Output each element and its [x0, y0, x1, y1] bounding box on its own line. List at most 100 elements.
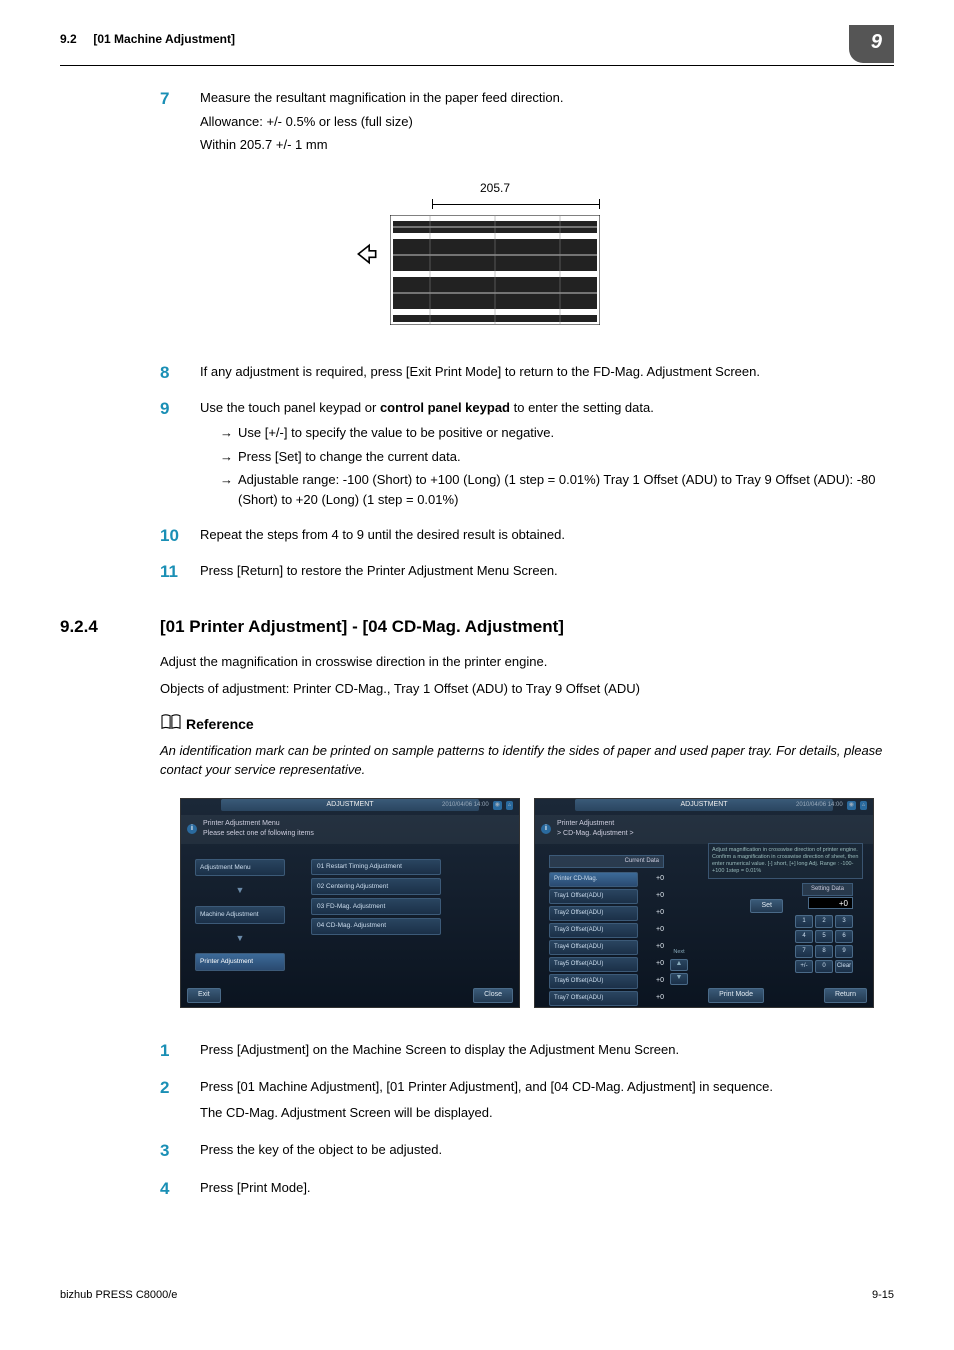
step-text: Press [Return] to restore the Printer Ad…: [200, 561, 894, 581]
return-button[interactable]: Return: [824, 988, 867, 1003]
scroll-down-button[interactable]: ▼: [670, 973, 688, 985]
memory-icon: ◉: [493, 801, 502, 810]
info-text: Adjust magnification in crosswise direct…: [708, 843, 863, 880]
row-tray1-offset[interactable]: Tray1 Offset(ADU): [549, 889, 638, 904]
screen-header: i Printer Adjustment Menu Please select …: [181, 815, 519, 844]
step-body: Measure the resultant magnification in t…: [200, 86, 894, 159]
row-tray3-offset[interactable]: Tray3 Offset(ADU): [549, 923, 638, 938]
page-footer: bizhub PRESS C8000/e 9-15: [60, 1281, 894, 1304]
key-9[interactable]: 9: [835, 945, 853, 958]
menu-fd-mag[interactable]: 03 FD-Mag. Adjustment: [311, 898, 441, 915]
memory-icon: ◉: [847, 801, 856, 810]
section-924-heading: 9.2.4 [01 Printer Adjustment] - [04 CD-M…: [60, 614, 894, 640]
row-tray5-offset[interactable]: Tray5 Offset(ADU): [549, 957, 638, 972]
key-clear[interactable]: Clear: [835, 960, 853, 973]
key-3[interactable]: 3: [835, 915, 853, 928]
step-2: 2 Press [01 Machine Adjustment], [01 Pri…: [160, 1075, 894, 1126]
key-1[interactable]: 1: [795, 915, 813, 928]
nav-machine-adjustment[interactable]: Machine Adjustment: [195, 906, 285, 924]
step-4: 4 Press [Print Mode].: [160, 1176, 894, 1202]
key-6[interactable]: 6: [835, 930, 853, 943]
menu-centering[interactable]: 02 Centering Adjustment: [311, 878, 441, 895]
chevron-down-icon: ▼: [236, 932, 245, 946]
step-number: 9: [160, 396, 200, 514]
step-text: Repeat the steps from 4 to 9 until the d…: [200, 525, 894, 545]
step-11: 11 Press [Return] to restore the Printer…: [160, 559, 894, 585]
step-number: 8: [160, 360, 200, 386]
row-printer-cd-mag[interactable]: Printer CD-Mag.: [549, 872, 638, 887]
step-text: Use the touch panel keypad or control pa…: [200, 398, 894, 418]
step-number: 7: [160, 86, 200, 159]
section-title: [01 Printer Adjustment] - [04 CD-Mag. Ad…: [160, 614, 564, 640]
breadcrumb-nav: Adjustment Menu ▼ Machine Adjustment ▼ P…: [195, 859, 285, 971]
menu-list: 01 Restart Timing Adjustment 02 Centerin…: [311, 859, 441, 935]
close-button[interactable]: Close: [473, 988, 513, 1003]
step-text: If any adjustment is required, press [Ex…: [200, 362, 894, 382]
signal-icon: ▵: [506, 801, 513, 810]
list-scroll: Next ▲ ▼: [670, 948, 688, 984]
feed-direction-arrow-icon: [354, 241, 380, 267]
bullet-item: Use [+/-] to specify the value to be pos…: [220, 423, 894, 443]
dimension-line: [390, 199, 600, 211]
print-mode-button[interactable]: Print Mode: [708, 988, 764, 1003]
key-sign[interactable]: +/-: [795, 960, 813, 973]
row-tray2-offset[interactable]: Tray2 Offset(ADU): [549, 906, 638, 921]
step-number: 3: [160, 1138, 200, 1164]
step-text: Measure the resultant magnification in t…: [200, 88, 894, 108]
diagram-measurement-label: 205.7: [390, 179, 600, 197]
keypad: 1 2 3 4 5 6 7 8 9 +/- 0 Clear: [795, 915, 853, 973]
nav-adjustment-menu[interactable]: Adjustment Menu: [195, 859, 285, 877]
chevron-down-icon: ▼: [236, 884, 245, 898]
key-8[interactable]: 8: [815, 945, 833, 958]
info-icon: i: [187, 824, 197, 834]
reference-heading: Reference: [160, 713, 894, 737]
screen-status: 2010/04/06 14:00 ◉ ▵: [442, 801, 513, 810]
setting-data-header: Setting Data: [802, 883, 853, 896]
adjustment-list: Current Data Printer CD-Mag.+0 Tray1 Off…: [549, 855, 664, 1006]
row-tray7-offset[interactable]: Tray7 Offset(ADU): [549, 991, 638, 1006]
chapter-badge: 9: [849, 25, 894, 63]
key-2[interactable]: 2: [815, 915, 833, 928]
screenshots-row: ADJUSTMENT 2010/04/06 14:00 ◉ ▵ i Printe…: [160, 798, 894, 1008]
nav-printer-adjustment[interactable]: Printer Adjustment: [195, 953, 285, 971]
bullet-item: Press [Set] to change the current data.: [220, 447, 894, 467]
step-10: 10 Repeat the steps from 4 to 9 until th…: [160, 523, 894, 549]
exit-button[interactable]: Exit: [187, 988, 221, 1003]
step-3: 3 Press the key of the object to be adju…: [160, 1138, 894, 1164]
row-tray4-offset[interactable]: Tray4 Offset(ADU): [549, 940, 638, 955]
row-tray6-offset[interactable]: Tray6 Offset(ADU): [549, 974, 638, 989]
key-5[interactable]: 5: [815, 930, 833, 943]
menu-restart-timing[interactable]: 01 Restart Timing Adjustment: [311, 859, 441, 876]
section-number: 9.2.4: [60, 614, 160, 640]
print-pattern-icon: [390, 215, 600, 325]
menu-cd-mag[interactable]: 04 CD-Mag. Adjustment: [311, 918, 441, 935]
header-left: 9.2 [01 Machine Adjustment]: [60, 30, 235, 48]
info-icon: i: [541, 824, 551, 834]
step-text: The CD-Mag. Adjustment Screen will be di…: [200, 1103, 894, 1123]
current-data-header: Current Data: [549, 855, 664, 868]
signal-icon: ▵: [860, 801, 867, 810]
screen-titlebar: ADJUSTMENT: [575, 799, 833, 811]
step-text: Allowance: +/- 0.5% or less (full size): [200, 112, 894, 132]
reference-label: Reference: [186, 714, 254, 735]
step-number: 1: [160, 1038, 200, 1064]
step-7: 7 Measure the resultant magnification in…: [160, 86, 894, 159]
section-text: Adjust the magnification in crosswise di…: [160, 652, 894, 672]
reference-text: An identification mark can be printed on…: [160, 741, 894, 780]
set-button[interactable]: Set: [750, 899, 783, 914]
key-0[interactable]: 0: [815, 960, 833, 973]
scroll-up-button[interactable]: ▲: [670, 959, 688, 971]
next-label: Next: [670, 948, 688, 956]
screen-status: 2010/04/06 14:00 ◉ ▵: [796, 801, 867, 810]
step-text: Press [Adjustment] on the Machine Screen…: [200, 1040, 894, 1060]
step-text: Within 205.7 +/- 1 mm: [200, 135, 894, 155]
step-text: Press the key of the object to be adjust…: [200, 1140, 894, 1160]
key-4[interactable]: 4: [795, 930, 813, 943]
section-text: Objects of adjustment: Printer CD-Mag., …: [160, 679, 894, 699]
step-number: 2: [160, 1075, 200, 1126]
screen-cd-mag-adjustment: ADJUSTMENT 2010/04/06 14:00 ◉ ▵ i Printe…: [534, 798, 874, 1008]
step-number: 4: [160, 1176, 200, 1202]
footer-page: 9-15: [872, 1287, 894, 1304]
key-7[interactable]: 7: [795, 945, 813, 958]
step-bullets: Use [+/-] to specify the value to be pos…: [220, 423, 894, 509]
